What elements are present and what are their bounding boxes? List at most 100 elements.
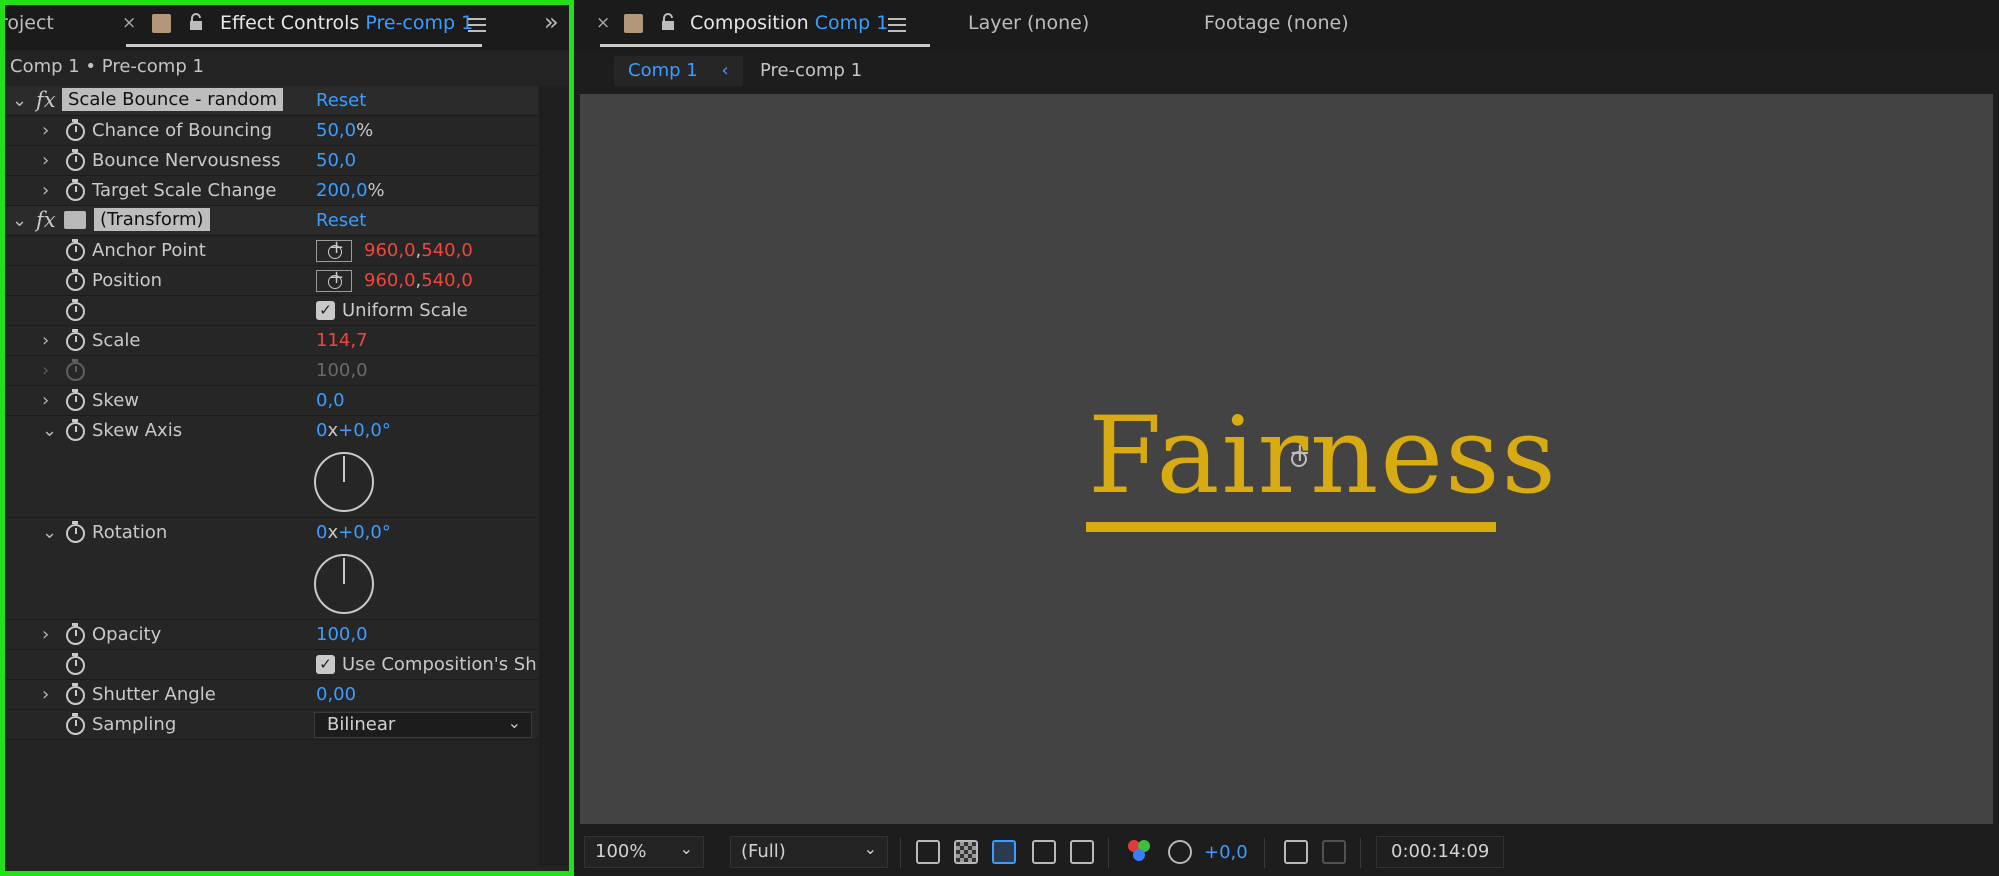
param-row-target-scale-change[interactable]: › Target Scale Change 200,0% bbox=[6, 176, 538, 206]
angle-dial[interactable] bbox=[314, 452, 374, 512]
composition-panel: × Composition Comp 1 Layer (none) Footag… bbox=[574, 0, 1999, 876]
param-value[interactable]: 50,0 bbox=[316, 150, 356, 171]
param-value[interactable]: 0x+0,0° bbox=[316, 522, 391, 543]
param-label: Rotation bbox=[92, 522, 168, 543]
param-value[interactable]: 960,0,540,0 bbox=[364, 270, 473, 291]
expand-chevron-icon[interactable]: › bbox=[42, 624, 49, 645]
stopwatch-icon[interactable] bbox=[66, 119, 85, 141]
param-row-bounce-nervousness[interactable]: › Bounce Nervousness 50,0 bbox=[6, 146, 538, 176]
expand-panels-icon[interactable]: » bbox=[544, 8, 559, 36]
effect-row-scale-bounce[interactable]: ⌄ fx Scale Bounce - random Reset bbox=[6, 86, 538, 116]
zoom-dropdown[interactable]: 100% ⌄ bbox=[584, 836, 704, 868]
panel-menu-icon[interactable] bbox=[468, 18, 486, 32]
point-picker-icon[interactable] bbox=[316, 267, 352, 292]
stopwatch-icon[interactable] bbox=[66, 149, 85, 171]
param-value[interactable]: 0x+0,0° bbox=[316, 420, 391, 441]
stopwatch-icon[interactable] bbox=[66, 713, 85, 735]
canvas-underline-shape[interactable] bbox=[1086, 522, 1496, 532]
param-row-anchor-point[interactable]: Anchor Point 960,0,540,0 bbox=[6, 236, 538, 266]
reset-exposure-icon[interactable] bbox=[1168, 840, 1192, 864]
stopwatch-icon[interactable] bbox=[66, 179, 85, 201]
expand-chevron-icon[interactable]: › bbox=[42, 330, 49, 351]
param-value[interactable]: 50,0% bbox=[316, 120, 373, 141]
expand-chevron-icon[interactable]: › bbox=[42, 150, 49, 171]
subtab-pre-comp-1[interactable]: Pre-comp 1 bbox=[746, 56, 876, 86]
camera-snapshot-icon[interactable] bbox=[1284, 840, 1308, 864]
effect-row-transform[interactable]: ⌄ fx (Transform) Reset bbox=[6, 206, 538, 236]
param-value[interactable]: 0,0 bbox=[316, 390, 345, 411]
angle-dial[interactable] bbox=[314, 554, 374, 614]
param-row-skew[interactable]: › Skew 0,0 bbox=[6, 386, 538, 416]
channel-rgb-icon[interactable] bbox=[1128, 840, 1152, 864]
collapse-chevron-icon[interactable]: ⌄ bbox=[12, 210, 27, 231]
stopwatch-icon[interactable] bbox=[66, 299, 85, 321]
param-row-skew-axis[interactable]: ⌄ Skew Axis 0x+0,0° bbox=[6, 416, 538, 518]
param-value[interactable]: 960,0,540,0 bbox=[364, 240, 473, 261]
current-time-display[interactable]: 0:00:14:09 bbox=[1376, 836, 1505, 868]
lock-icon[interactable] bbox=[186, 12, 208, 34]
tab-layer[interactable]: Layer (none) bbox=[968, 12, 1089, 34]
param-value[interactable]: 100,0 bbox=[316, 624, 368, 645]
stopwatch-icon[interactable] bbox=[66, 269, 85, 291]
stopwatch-icon[interactable] bbox=[66, 521, 85, 543]
expand-chevron-icon[interactable]: › bbox=[42, 684, 49, 705]
param-row-uniform-scale[interactable]: ✓ Uniform Scale bbox=[6, 296, 538, 326]
param-row-scale[interactable]: › Scale 114,7 bbox=[6, 326, 538, 356]
close-tab-icon[interactable]: × bbox=[122, 13, 136, 33]
exposure-value[interactable]: +0,0 bbox=[1204, 842, 1248, 863]
composition-viewer[interactable]: Fairness bbox=[580, 94, 1993, 824]
param-row-sampling[interactable]: Sampling Bilinear ⌄ bbox=[6, 710, 538, 740]
param-value[interactable]: 114,7 bbox=[316, 330, 368, 351]
stopwatch-icon[interactable] bbox=[66, 683, 85, 705]
effect-name[interactable]: (Transform) bbox=[94, 208, 210, 231]
transparency-grid-icon[interactable] bbox=[954, 840, 978, 864]
effect-controls-breadcrumb: Comp 1 • Pre-comp 1 bbox=[10, 56, 204, 77]
param-value[interactable]: 200,0% bbox=[316, 180, 385, 201]
panel-menu-icon[interactable] bbox=[888, 18, 906, 32]
subtab-comp-1[interactable]: Comp 1 ‹ bbox=[614, 56, 743, 86]
sampling-select[interactable]: Bilinear ⌄ bbox=[314, 712, 532, 738]
resolution-dropdown[interactable]: (Full) ⌄ bbox=[730, 836, 888, 868]
collapse-chevron-icon[interactable]: ⌄ bbox=[42, 522, 57, 543]
stopwatch-icon[interactable] bbox=[66, 653, 85, 675]
stopwatch-icon[interactable] bbox=[66, 239, 85, 261]
effect-name[interactable]: Scale Bounce - random bbox=[62, 88, 284, 111]
canvas-text-layer[interactable]: Fairness bbox=[1088, 394, 1558, 517]
anchor-point-icon[interactable] bbox=[1286, 438, 1311, 470]
expand-chevron-icon[interactable]: › bbox=[42, 180, 49, 201]
tab-composition[interactable]: Composition Comp 1 bbox=[690, 12, 888, 34]
param-row-opacity[interactable]: › Opacity 100,0 bbox=[6, 620, 538, 650]
param-row-use-comp-shutter[interactable]: ✓ Use Composition's Sh bbox=[6, 650, 538, 680]
close-tab-icon[interactable]: × bbox=[596, 13, 610, 33]
grid-guides-icon[interactable] bbox=[1070, 840, 1094, 864]
region-of-interest-icon[interactable] bbox=[1032, 840, 1056, 864]
param-value[interactable]: 0,00 bbox=[316, 684, 356, 705]
stopwatch-icon[interactable] bbox=[66, 623, 85, 645]
tab-project[interactable]: roject bbox=[0, 12, 54, 34]
use-comp-shutter-checkbox[interactable]: ✓ bbox=[316, 655, 335, 674]
uniform-scale-checkbox[interactable]: ✓ bbox=[316, 301, 335, 320]
point-picker-icon[interactable] bbox=[316, 237, 352, 262]
lock-icon[interactable] bbox=[658, 12, 680, 34]
show-snapshot-icon[interactable] bbox=[1322, 840, 1346, 864]
collapse-chevron-icon[interactable]: ⌄ bbox=[42, 420, 57, 441]
fx-toggle-icon[interactable]: fx bbox=[36, 208, 56, 232]
reset-link[interactable]: Reset bbox=[316, 90, 366, 111]
param-row-rotation[interactable]: ⌄ Rotation 0x+0,0° bbox=[6, 518, 538, 620]
reset-link[interactable]: Reset bbox=[316, 210, 366, 231]
vertical-scrollbar[interactable] bbox=[540, 86, 568, 866]
expand-chevron-icon[interactable]: › bbox=[42, 390, 49, 411]
tab-effect-controls[interactable]: Effect Controls Pre-comp 1 bbox=[220, 12, 473, 34]
param-row-position[interactable]: Position 960,0,540,0 bbox=[6, 266, 538, 296]
stopwatch-icon[interactable] bbox=[66, 389, 85, 411]
fast-preview-icon[interactable] bbox=[916, 840, 940, 864]
param-row-chance-of-bouncing[interactable]: › Chance of Bouncing 50,0% bbox=[6, 116, 538, 146]
mask-path-visibility-icon[interactable] bbox=[992, 840, 1016, 864]
param-row-shutter-angle[interactable]: › Shutter Angle 0,00 bbox=[6, 680, 538, 710]
stopwatch-icon[interactable] bbox=[66, 419, 85, 441]
expand-chevron-icon[interactable]: › bbox=[42, 120, 49, 141]
stopwatch-icon[interactable] bbox=[66, 329, 85, 351]
fx-toggle-icon[interactable]: fx bbox=[36, 88, 56, 112]
tab-footage[interactable]: Footage (none) bbox=[1204, 12, 1349, 34]
collapse-chevron-icon[interactable]: ⌄ bbox=[12, 90, 27, 111]
